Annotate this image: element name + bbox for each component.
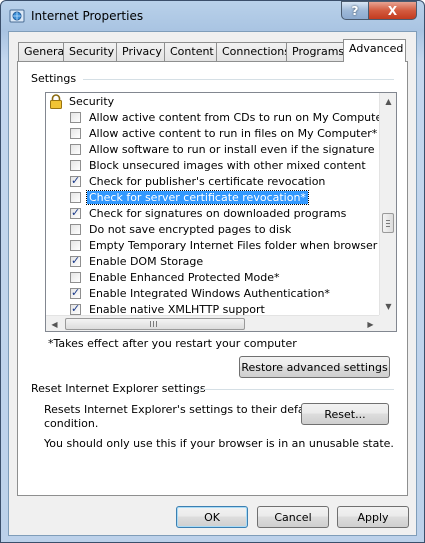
reset-group-label: Reset Internet Explorer settings xyxy=(31,382,209,395)
checkbox[interactable] xyxy=(70,240,81,251)
checkbox[interactable] xyxy=(70,174,81,187)
setting-row[interactable]: Enable Enhanced Protected Mode* xyxy=(46,270,379,286)
tab-privacy[interactable]: Privacy xyxy=(116,42,165,61)
apply-button[interactable]: Apply xyxy=(337,506,409,528)
scrollbar-corner xyxy=(379,315,396,331)
setting-label: Allow active content to run in files on … xyxy=(89,127,378,140)
vertical-scrollbar[interactable]: ▲ ▼ xyxy=(379,93,396,315)
tab-security[interactable]: Security xyxy=(63,42,117,61)
checkbox[interactable] xyxy=(70,254,81,267)
scroll-up-arrow-icon[interactable]: ▲ xyxy=(380,93,396,110)
help-icon: ? xyxy=(351,3,359,18)
checkbox[interactable] xyxy=(70,160,81,171)
scroll-right-arrow-icon[interactable]: ▶ xyxy=(362,316,379,331)
setting-row[interactable]: Allow active content to run in files on … xyxy=(46,126,379,142)
checkbox[interactable] xyxy=(70,206,81,219)
setting-label: Enable Integrated Windows Authentication… xyxy=(89,287,330,300)
tab-programs[interactable]: Programs xyxy=(286,42,344,61)
reset-divider xyxy=(194,389,394,390)
setting-label: Check for signatures on downloaded progr… xyxy=(89,207,347,220)
setting-label: Empty Temporary Internet Files folder wh… xyxy=(89,239,379,252)
settings-list[interactable]: Security Allow active content from CDs t… xyxy=(45,92,397,332)
settings-group-label: Settings xyxy=(31,72,80,85)
setting-label: Enable DOM Storage xyxy=(89,255,204,268)
setting-row[interactable]: Check for publisher's certificate revoca… xyxy=(46,174,379,190)
setting-label: Check for server certificate revocation* xyxy=(86,190,309,205)
reset-description-line1: Resets Internet Explorer's settings to t… xyxy=(44,403,319,416)
settings-divider xyxy=(83,79,394,80)
checkbox[interactable] xyxy=(70,272,81,283)
cancel-button[interactable]: Cancel xyxy=(257,506,329,528)
setting-row[interactable]: Empty Temporary Internet Files folder wh… xyxy=(46,238,379,254)
tab-connections[interactable]: Connections xyxy=(216,42,290,61)
horizontal-scroll-thumb[interactable] xyxy=(65,318,245,330)
title-bar[interactable]: Internet Properties ? X xyxy=(1,1,424,31)
vertical-scroll-thumb[interactable] xyxy=(382,213,394,233)
checkbox[interactable] xyxy=(70,192,81,203)
setting-row[interactable]: Allow active content from CDs to run on … xyxy=(46,110,379,126)
setting-row[interactable]: Do not save encrypted pages to disk xyxy=(46,222,379,238)
tab-advanced[interactable]: Advanced xyxy=(343,39,406,62)
setting-label: Allow software to run or install even if… xyxy=(89,143,379,156)
setting-label: Enable Enhanced Protected Mode* xyxy=(89,271,280,284)
help-button[interactable]: ? xyxy=(341,1,369,20)
dialog-client-area: General Security Privacy Content Connect… xyxy=(8,31,417,536)
ok-button[interactable]: OK xyxy=(176,506,248,528)
checkbox[interactable] xyxy=(70,128,81,139)
settings-list-rows: Security Allow active content from CDs t… xyxy=(46,93,379,315)
setting-label: Do not save encrypted pages to disk xyxy=(89,223,292,236)
window-title: Internet Properties xyxy=(31,9,144,23)
checkbox[interactable] xyxy=(70,224,81,235)
setting-row[interactable]: Check for signatures on downloaded progr… xyxy=(46,206,379,222)
setting-label: Check for publisher's certificate revoca… xyxy=(89,175,326,188)
scroll-left-arrow-icon[interactable]: ◀ xyxy=(46,316,63,331)
tab-content[interactable]: Content xyxy=(164,42,217,61)
horizontal-scrollbar[interactable]: ◀ ▶ xyxy=(46,315,379,331)
internet-properties-icon xyxy=(9,9,25,23)
restore-advanced-settings-button[interactable]: Restore advanced settings xyxy=(239,356,390,378)
setting-row[interactable]: Enable DOM Storage xyxy=(46,254,379,270)
lock-icon xyxy=(50,94,62,109)
tab-general[interactable]: General xyxy=(18,42,67,61)
scroll-down-arrow-icon[interactable]: ▼ xyxy=(380,298,396,315)
close-icon: X xyxy=(387,3,398,18)
setting-row[interactable]: Block unsecured images with other mixed … xyxy=(46,158,379,174)
checkbox[interactable] xyxy=(70,302,81,315)
reset-warning: You should only use this if your browser… xyxy=(44,437,394,450)
category-label: Security xyxy=(69,95,115,108)
setting-row[interactable]: Enable Integrated Windows Authentication… xyxy=(46,286,379,302)
reset-description-line2: condition. xyxy=(44,417,99,430)
advanced-tab-panel: Settings Security Allow active content f… xyxy=(17,61,408,496)
close-button[interactable]: X xyxy=(368,1,417,20)
checkbox[interactable] xyxy=(70,112,81,123)
setting-row[interactable]: Allow software to run or install even if… xyxy=(46,142,379,158)
setting-row[interactable]: Enable native XMLHTTP support xyxy=(46,302,379,315)
restart-footnote: *Takes effect after you restart your com… xyxy=(48,337,297,350)
setting-label: Enable native XMLHTTP support xyxy=(89,303,265,315)
internet-properties-window: Internet Properties ? X General Security… xyxy=(0,0,425,543)
checkbox[interactable] xyxy=(70,144,81,155)
setting-label: Block unsecured images with other mixed … xyxy=(89,159,366,172)
category-row-security: Security xyxy=(46,94,379,110)
setting-row-selected[interactable]: Check for server certificate revocation* xyxy=(46,190,379,206)
setting-label: Allow active content from CDs to run on … xyxy=(89,111,379,124)
checkbox[interactable] xyxy=(70,286,81,299)
reset-button[interactable]: Reset... xyxy=(301,403,389,425)
